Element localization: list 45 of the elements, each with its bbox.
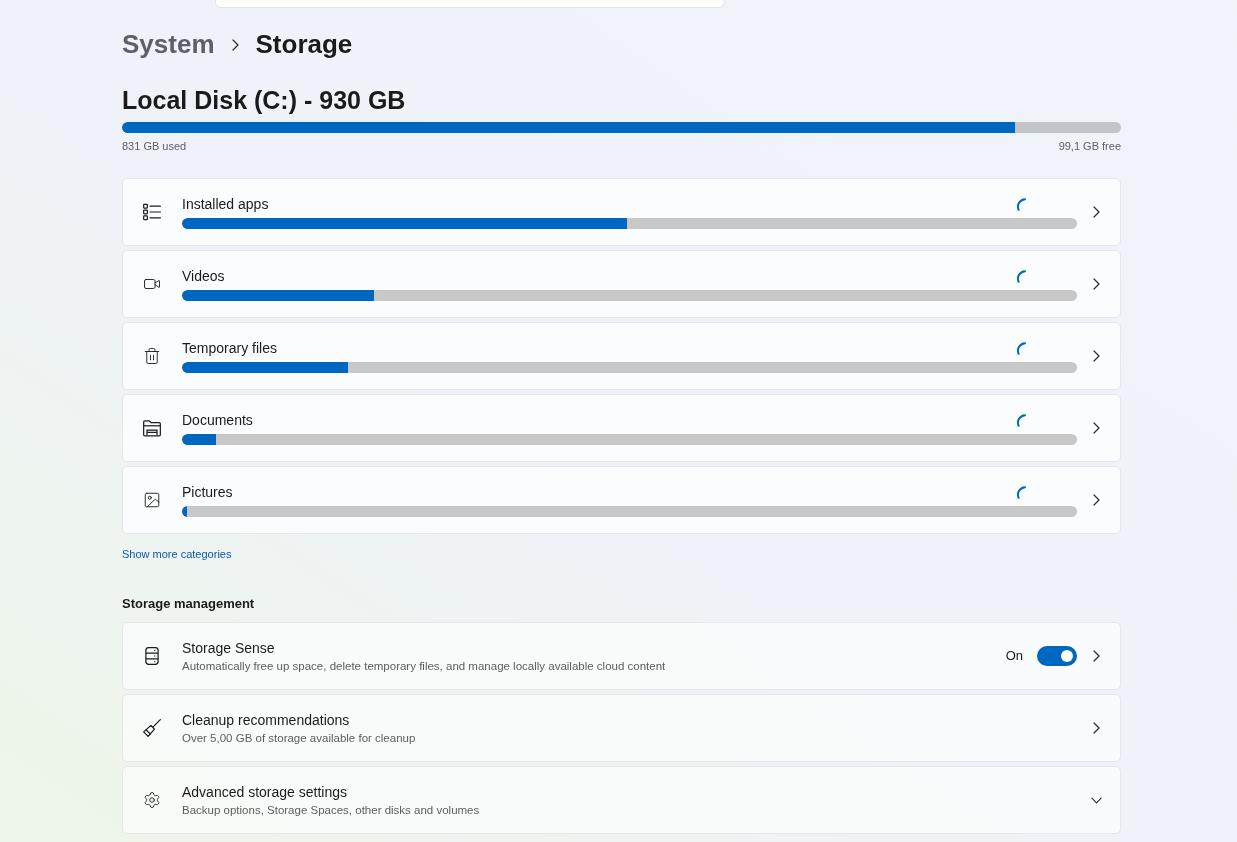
disk-title: Local Disk (C:) - 930 GB — [122, 85, 406, 116]
category-label: Pictures — [182, 483, 233, 501]
chevron-right-icon — [1093, 650, 1100, 662]
toggle-switch[interactable] — [1037, 646, 1077, 666]
page-title: Storage — [255, 28, 353, 61]
category-label: Videos — [182, 267, 225, 285]
category-label: Temporary files — [182, 339, 277, 357]
settings-icon — [143, 791, 161, 809]
chevron-right-icon — [1093, 422, 1100, 434]
used-space-label: 831 GB used — [122, 139, 187, 153]
settings-card[interactable]: Cleanup recommendations Over 5,00 GB of storage available for cleanup — [122, 694, 1121, 762]
setting-description: Backup options, Storage Spaces, other disks and volumes — [182, 802, 481, 818]
drive-stack-icon — [143, 647, 161, 665]
trash-icon — [143, 347, 161, 365]
setting-title: Storage Sense — [182, 638, 276, 657]
section-heading: Storage management — [122, 596, 255, 612]
category-card[interactable]: Installed apps — [122, 178, 1121, 246]
category-label: Documents — [182, 411, 253, 429]
show-more-link[interactable]: Show more categories — [122, 547, 232, 561]
category-label: Installed apps — [182, 195, 269, 213]
chevron-right-icon — [231, 39, 239, 51]
breadcrumb-link[interactable]: System — [122, 26, 215, 62]
setting-title: Cleanup recommendations — [182, 710, 351, 729]
chevron-right-icon — [1093, 494, 1100, 506]
free-space-label: 99,1 GB free — [1058, 139, 1121, 153]
settings-card[interactable]: Advanced storage settings Backup options, Storage Spaces, other disks and volumes — [122, 766, 1121, 834]
category-card[interactable]: Pictures — [122, 466, 1121, 534]
broom-icon — [143, 719, 161, 737]
settings-card[interactable]: Storage Sense Automatically free up space, delete temporary files, and manage locally available cloud content On — [122, 622, 1121, 690]
setting-description: Over 5,00 GB of storage available for cleanup — [182, 730, 417, 746]
picture-icon — [143, 491, 161, 509]
chevron-down-icon[interactable] — [1091, 796, 1102, 804]
chevron-right-icon — [1093, 722, 1100, 734]
category-card[interactable]: Temporary files — [122, 322, 1121, 390]
category-card[interactable]: Videos — [122, 250, 1121, 318]
chevron-right-icon — [1093, 278, 1100, 290]
chevron-right-icon — [1093, 350, 1100, 362]
setting-description: Automatically free up space, delete temporary files, and manage locally available cloud content — [182, 658, 667, 674]
category-card[interactable]: Documents — [122, 394, 1121, 462]
app-list-icon — [143, 203, 161, 221]
setting-title: Advanced storage settings — [182, 782, 348, 801]
chevron-right-icon — [1093, 206, 1100, 218]
search-field[interactable] — [215, 0, 725, 8]
toggle-state-label: On — [1005, 647, 1023, 665]
folder-document-icon — [143, 419, 161, 437]
